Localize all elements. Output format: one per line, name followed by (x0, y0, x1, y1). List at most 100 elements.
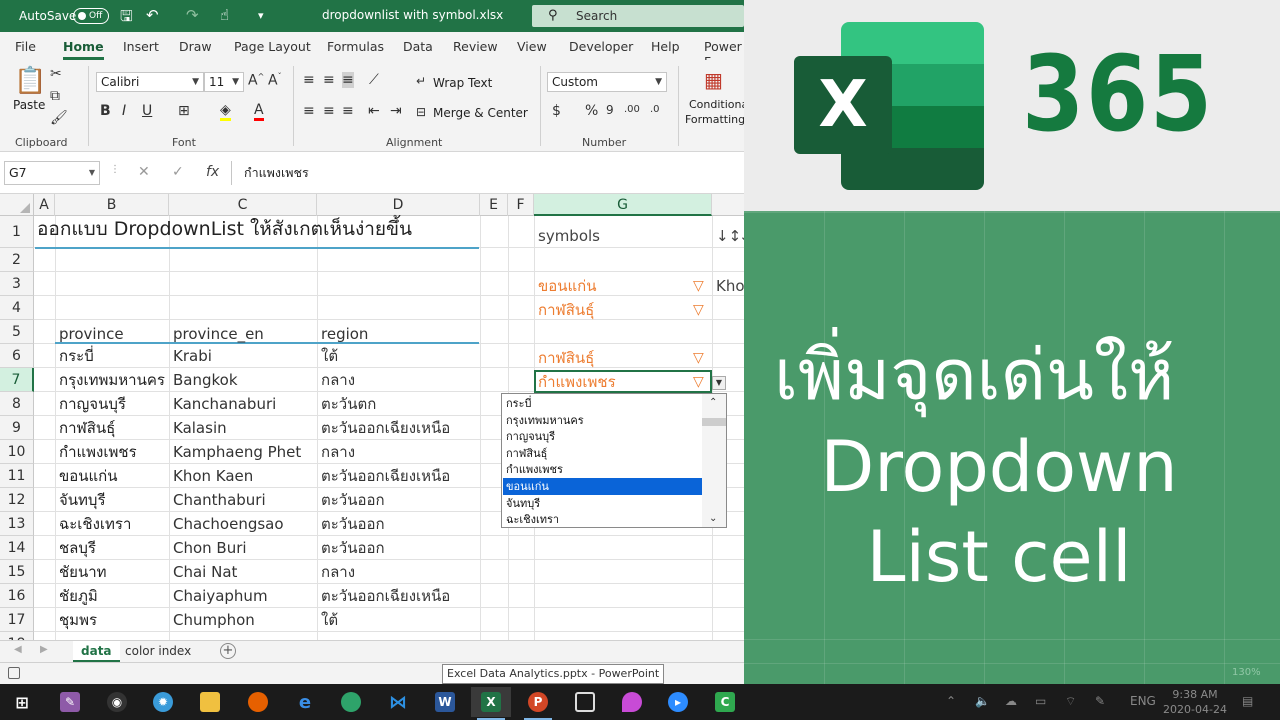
copy-icon[interactable]: ⧉ (50, 88, 60, 104)
taskbar-app-pen[interactable]: ✎ (50, 687, 90, 717)
increase-font-icon[interactable]: A^ (248, 72, 264, 89)
sample-dropdown-g6[interactable]: กาฬสินธุ์ (534, 346, 712, 370)
bold-icon[interactable]: B (100, 103, 111, 119)
touch-mode-icon[interactable]: ☝ (220, 6, 229, 24)
tab-file[interactable]: File (15, 39, 36, 54)
conditional-formatting-label-2[interactable]: Formatting (685, 113, 745, 126)
autosave-toggle[interactable]: Off (73, 8, 109, 24)
row-header[interactable]: 11 (0, 464, 34, 488)
italic-icon[interactable]: I (122, 103, 126, 119)
insert-function-icon[interactable]: fx (206, 164, 219, 180)
conditional-formatting-icon[interactable]: ▦ (704, 68, 723, 92)
column-header-d[interactable]: D (317, 194, 480, 216)
province-en-cell[interactable]: Chachoengsao (169, 512, 317, 536)
province-en-cell[interactable]: Chai Nat (169, 560, 317, 584)
province-en-cell[interactable]: Kanchanaburi (169, 392, 317, 416)
province-en-cell[interactable]: Khon Kaen (169, 464, 317, 488)
header-region[interactable]: region (317, 322, 480, 346)
clock[interactable]: 9:38 AM 2020-04-24 (1160, 687, 1230, 717)
validation-dropdown-list[interactable]: กระบี่ กรุงเทพมหานคร กาญจนบุรี กาฬสินธุ์ กำแ… (501, 393, 727, 528)
region-cell[interactable]: ใต้ (317, 608, 480, 632)
redo-icon[interactable]: ↷ (186, 6, 199, 24)
province-en-cell[interactable]: Kamphaeng Phet (169, 440, 317, 464)
start-button[interactable]: ⊞ (2, 687, 42, 717)
add-sheet-button[interactable]: + (220, 643, 236, 659)
region-cell[interactable]: ตะวันออกเฉียงเหนือ (317, 584, 480, 608)
taskbar-app-paint[interactable] (612, 687, 652, 717)
region-cell[interactable]: ตะวันออกเฉียงเหนือ (317, 464, 480, 488)
align-top-icon[interactable]: ≡ (303, 72, 315, 88)
customize-toolbar-icon[interactable]: ▾ (258, 9, 264, 22)
region-cell[interactable]: กลาง (317, 440, 480, 464)
taskbar-app-edge[interactable]: e (285, 687, 325, 717)
tab-home[interactable]: Home (63, 39, 104, 60)
chevron-up-icon[interactable]: ⌃ (946, 694, 956, 708)
tab-insert[interactable]: Insert (123, 39, 159, 54)
symbols-list[interactable]: ↓↕⇊|▾▼▽ (712, 224, 744, 248)
merge-center-button[interactable]: Merge & Center (433, 106, 528, 120)
macro-record-icon[interactable] (8, 667, 20, 679)
dropdown-arrow-button[interactable]: ▼ (712, 376, 726, 390)
column-header-c[interactable]: C (169, 194, 317, 216)
row-header[interactable]: 9 (0, 416, 34, 440)
province-cell[interactable]: ชลบุรี (55, 536, 169, 560)
underline-icon[interactable]: U (142, 103, 152, 119)
row-header[interactable]: 13 (0, 512, 34, 536)
dropdown-scrollbar[interactable]: ⌃ ⌄ (702, 394, 726, 527)
region-cell[interactable]: ใต้ (317, 344, 480, 368)
row-header[interactable]: 1 (0, 216, 34, 248)
tab-developer[interactable]: Developer (569, 39, 633, 54)
volume-icon[interactable]: 🔈 (975, 694, 990, 708)
percent-icon[interactable]: % (585, 103, 598, 119)
region-cell[interactable]: ตะวันออก (317, 512, 480, 536)
taskbar-app-vscode[interactable]: ⋈ (378, 687, 418, 717)
conditional-formatting-label-1[interactable]: Conditional (689, 98, 751, 111)
notification-icon[interactable]: ▤ (1242, 694, 1253, 708)
format-painter-icon[interactable]: 🖌 (50, 110, 68, 126)
fill-color-icon[interactable]: ◈ (220, 102, 231, 121)
align-bottom-icon[interactable]: ≡ (342, 72, 354, 88)
save-icon[interactable]: 🖫 (120, 6, 133, 31)
wrap-text-button[interactable]: Wrap Text (433, 76, 492, 90)
currency-icon[interactable]: $ (552, 103, 561, 119)
header-province-en[interactable]: province_en (169, 322, 317, 346)
taskbar-app-settings[interactable]: ✹ (143, 687, 183, 717)
taskbar-app-firefox[interactable] (238, 687, 278, 717)
row-header[interactable]: 8 (0, 392, 34, 416)
row-header[interactable]: 4 (0, 296, 34, 320)
orientation-icon[interactable]: ⟋ (369, 72, 379, 88)
dropdown-option[interactable]: ขอนแก่น (503, 478, 702, 495)
dropdown-option[interactable]: กรุงเทพมหานคร (503, 412, 702, 429)
tab-draw[interactable]: Draw (179, 39, 212, 54)
region-cell[interactable]: กลาง (317, 368, 480, 392)
tab-formulas[interactable]: Formulas (327, 39, 384, 54)
region-cell[interactable]: กลาง (317, 560, 480, 584)
region-cell[interactable]: ตะวันออก (317, 488, 480, 512)
province-cell[interactable]: กรุงเทพมหานคร (55, 368, 169, 392)
province-en-cell[interactable]: Krabi (169, 344, 317, 368)
onedrive-icon[interactable]: ☁ (1005, 694, 1017, 708)
undo-icon[interactable]: ↶ (146, 6, 159, 24)
dropdown-option[interactable]: จันทบุรี (503, 495, 702, 512)
province-cell[interactable]: จันทบุรี (55, 488, 169, 512)
chevron-up-icon[interactable]: ⌃ (709, 397, 717, 408)
dropdown-option[interactable]: กระบี่ (503, 395, 702, 412)
decrease-indent-icon[interactable]: ⇤ (368, 103, 380, 119)
province-en-cell[interactable]: Chaiyaphum (169, 584, 317, 608)
province-cell[interactable]: กาญจนบุรี (55, 392, 169, 416)
symbols-label[interactable]: symbols (534, 224, 712, 248)
province-cell[interactable]: ชุมพร (55, 608, 169, 632)
tab-data[interactable]: Data (403, 39, 433, 54)
region-cell[interactable]: ตะวันออก (317, 536, 480, 560)
taskbar-app-ink[interactable]: ◉ (97, 687, 137, 717)
row-header[interactable]: 14 (0, 536, 34, 560)
merge-icon[interactable]: ⊟ (416, 105, 426, 119)
dropdown-option[interactable]: กาฬสินธุ์ (503, 445, 702, 462)
paste-button[interactable]: Paste (13, 98, 45, 112)
spreadsheet-grid[interactable]: A B C D E F G 12345678910111213141516171… (0, 194, 744, 640)
row-header[interactable]: 5 (0, 320, 34, 344)
row-header[interactable]: 15 (0, 560, 34, 584)
font-size-select[interactable]: 11 ▼ (204, 72, 244, 92)
province-cell[interactable]: กระบี่ (55, 344, 169, 368)
region-cell[interactable]: ตะวันออกเฉียงเหนือ (317, 416, 480, 440)
